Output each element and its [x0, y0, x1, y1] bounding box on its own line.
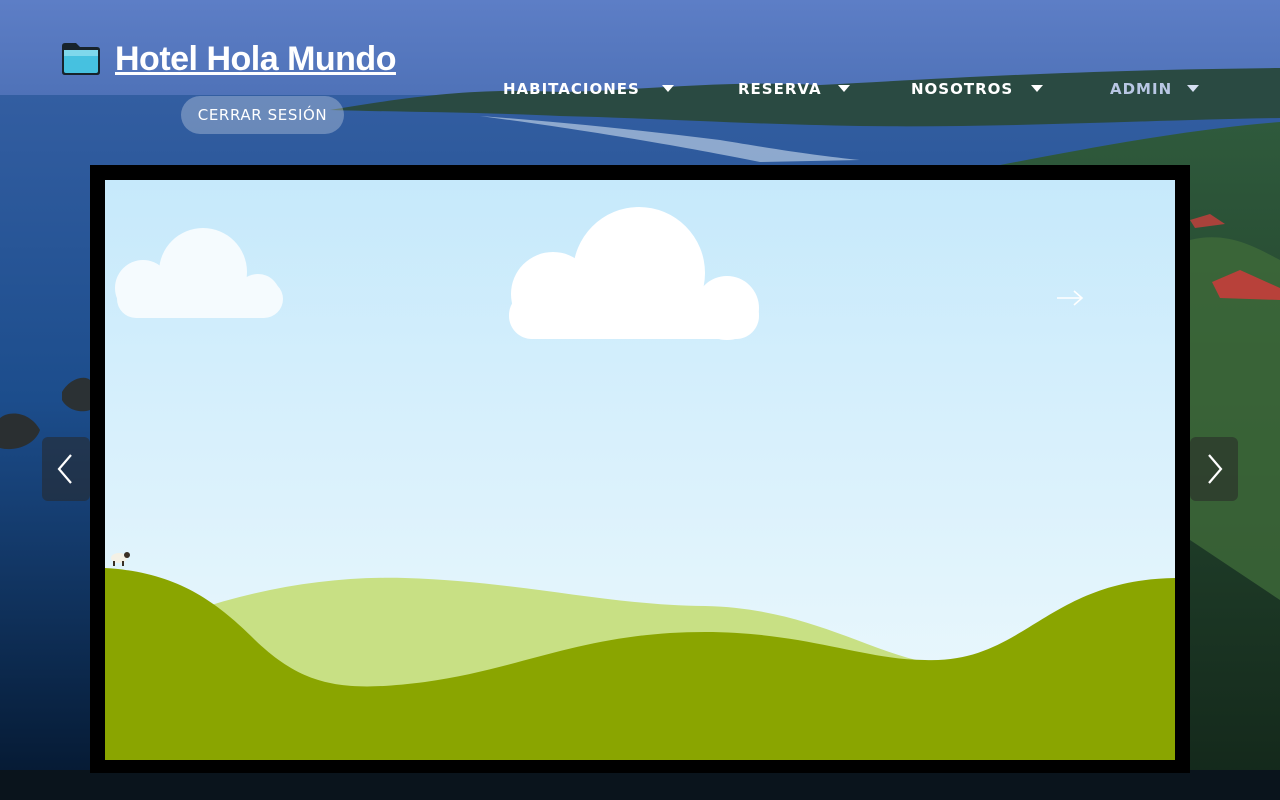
nav-item-habitaciones[interactable]: HABITACIONES	[503, 78, 640, 100]
caret-down-icon[interactable]	[1031, 85, 1043, 92]
site-header: Hotel Hola Mundo CERRAR SESIÓN HABITACIO…	[0, 0, 1280, 150]
nav-item-reserva[interactable]: RESERVA	[738, 78, 822, 100]
chevron-right-icon	[1208, 454, 1223, 484]
caret-down-icon[interactable]	[1187, 85, 1199, 92]
chevron-left-icon	[57, 454, 72, 484]
site-logo[interactable]	[60, 40, 102, 76]
arrow-right-icon[interactable]	[1055, 288, 1085, 308]
folder-icon	[62, 43, 100, 75]
logout-button[interactable]: CERRAR SESIÓN	[181, 96, 344, 134]
caret-down-icon[interactable]	[838, 85, 850, 92]
site-title[interactable]: Hotel Hola Mundo	[115, 40, 396, 79]
placeholder-landscape-image	[105, 180, 1175, 760]
caret-down-icon[interactable]	[662, 85, 674, 92]
carousel-prev-button[interactable]	[42, 437, 90, 501]
nav-item-nosotros[interactable]: NOSOTROS	[911, 78, 1013, 100]
nav-item-admin[interactable]: ADMIN	[1110, 78, 1172, 100]
carousel-slide[interactable]	[105, 180, 1175, 760]
carousel-next-button[interactable]	[1190, 437, 1238, 501]
